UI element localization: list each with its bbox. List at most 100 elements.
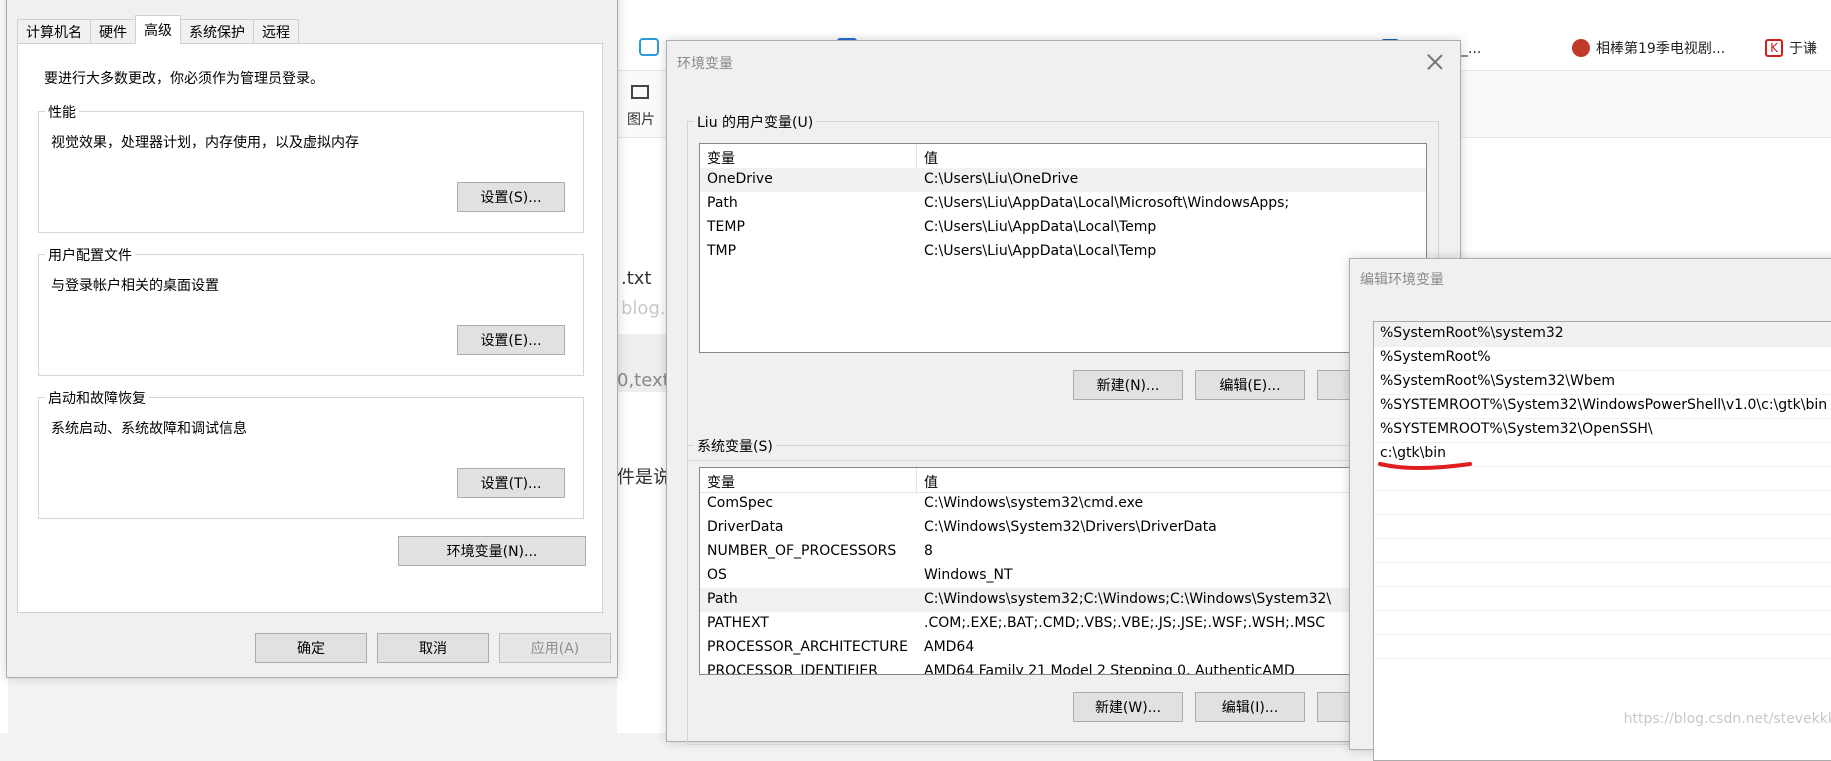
system-new-button[interactable]: 新建(W)... [1073, 692, 1183, 722]
table-row[interactable]: PROCESSOR_IDENTIFIER AMD64 Family 21 Mode… [700, 660, 1426, 675]
close-icon[interactable] [1424, 51, 1446, 73]
watermark: https://blog.csdn.net/stevekkk [1623, 711, 1831, 727]
tab-advanced[interactable]: 高级 [135, 15, 181, 44]
table-row[interactable]: TEMP C:\Users\Liu\AppData\Local\Temp [700, 216, 1426, 240]
text-fragment: blog. [621, 298, 666, 319]
tab-hardware[interactable]: 硬件 [90, 19, 136, 44]
list-item[interactable]: %SYSTEMROOT%\System32\OpenSSH\ [1374, 418, 1831, 443]
table-row[interactable]: TMP C:\Users\Liu\AppData\Local\Temp [700, 240, 1426, 264]
table-row[interactable]: Path C:\Users\Liu\AppData\Local\Microsoft… [700, 192, 1426, 216]
variable-value: AMD64 [924, 639, 975, 655]
table-row[interactable]: PATHEXT .COM;.EXE;.BAT;.CMD;.VBS;.VBE;.JS… [700, 612, 1426, 636]
variable-value: AMD64 Family 21 Model 2 Stepping 0, Auth… [924, 663, 1295, 675]
admin-notice: 要进行大多数更改，你必须作为管理员登录。 [44, 71, 324, 87]
list-item[interactable] [1374, 490, 1831, 515]
text-fragment: 件是说 [617, 467, 671, 488]
variable-value: 8 [924, 543, 933, 559]
user-edit-button[interactable]: 编辑(E)... [1195, 370, 1305, 400]
variable-name: OS [707, 567, 727, 583]
performance-group: 性能 视觉效果，处理器计划，内存使用，以及虚拟内存 设置(S)... [38, 102, 584, 233]
table-row[interactable]: NUMBER_OF_PROCESSORS 8 [700, 540, 1426, 564]
column-header-variable[interactable]: 变量 [707, 148, 735, 168]
bookmark-yuqian[interactable]: K 于谦 [1765, 37, 1817, 59]
system-edit-button[interactable]: 编辑(I)... [1195, 692, 1305, 722]
system-variables-legend: 系统变量(S) [694, 436, 776, 456]
path-entry-text: %SYSTEMROOT%\System32\OpenSSH\ [1380, 421, 1653, 437]
performance-desc: 视觉效果，处理器计划，内存使用，以及虚拟内存 [51, 135, 359, 151]
list-item[interactable]: %SystemRoot%\system32 [1374, 322, 1831, 347]
picture-label[interactable]: 图片 [627, 109, 655, 129]
bilibili-icon[interactable] [639, 38, 659, 56]
environment-variables-button[interactable]: 环境变量(N)... [398, 536, 586, 566]
window-title: 环境变量 [677, 56, 733, 72]
variable-name: PROCESSOR_ARCHITECTURE [707, 639, 908, 655]
variable-value: .COM;.EXE;.BAT;.CMD;.VBS;.VBE;.JS;.JSE;.… [924, 615, 1326, 631]
list-item[interactable] [1374, 586, 1831, 611]
list-item[interactable] [1374, 610, 1831, 635]
tab-bar: 计算机名 硬件 高级 系统保护 远程 [17, 15, 299, 44]
list-item[interactable] [1374, 562, 1831, 587]
table-row[interactable]: Path C:\Windows\system32;C:\Windows;C:\Wi… [700, 588, 1426, 612]
window-title: 编辑环境变量 [1360, 272, 1444, 288]
table-row[interactable]: PROCESSOR_ARCHITECTURE AMD64 [700, 636, 1426, 660]
table-row[interactable]: OS Windows_NT [700, 564, 1426, 588]
column-divider[interactable] [916, 468, 917, 492]
performance-settings-button[interactable]: 设置(S)... [457, 182, 565, 212]
table-row[interactable]: ComSpec C:\Windows\system32\cmd.exe [700, 492, 1426, 516]
table-row[interactable]: DriverData C:\Windows\System32\Drivers\Dr… [700, 516, 1426, 540]
tab-system-protection[interactable]: 系统保护 [180, 19, 254, 44]
path-entries-list[interactable]: %SystemRoot%\system32 %SystemRoot% %System… [1373, 321, 1831, 761]
list-item[interactable] [1374, 538, 1831, 563]
startup-legend: 启动和故障恢复 [45, 388, 149, 408]
cancel-button[interactable]: 取消 [377, 633, 489, 663]
column-divider[interactable] [916, 144, 917, 168]
ok-button[interactable]: 确定 [255, 633, 367, 663]
environment-variables-window: 环境变量 Liu 的用户变量(U) 变量 值 OneDrive C:\Users\… [666, 40, 1461, 745]
bookmark-aibou[interactable]: 相棒第19季电视剧... [1572, 37, 1725, 59]
startup-settings-button[interactable]: 设置(T)... [457, 468, 565, 498]
variable-name: ComSpec [707, 495, 774, 511]
list-item[interactable]: %SystemRoot%\System32\Wbem [1374, 370, 1831, 395]
picture-icon[interactable] [631, 85, 649, 99]
variable-value: C:\Users\Liu\AppData\Local\Microsoft\Win… [924, 195, 1290, 211]
path-entry-text: %SystemRoot% [1380, 349, 1491, 365]
edit-environment-variable-window: 编辑环境变量 %SystemRoot%\system32 %SystemRoot%… [1349, 258, 1831, 761]
variable-name: DriverData [707, 519, 784, 535]
path-entry-text: %SystemRoot%\System32\Wbem [1380, 373, 1615, 389]
variable-value: C:\Users\Liu\AppData\Local\Temp [924, 243, 1157, 259]
table-row[interactable]: OneDrive C:\Users\Liu\OneDrive [700, 168, 1426, 192]
variable-name: Path [707, 195, 738, 211]
system-variables-table[interactable]: 变量 值 ComSpec C:\Windows\system32\cmd.exe D… [699, 467, 1427, 675]
list-item[interactable]: %SystemRoot% [1374, 346, 1831, 371]
column-header-value[interactable]: 值 [924, 148, 938, 168]
variable-value: C:\Windows\system32\cmd.exe [924, 495, 1144, 511]
startup-desc: 系统启动、系统故障和调试信息 [51, 421, 247, 437]
user-profiles-group: 用户配置文件 与登录帐户相关的桌面设置 设置(E)... [38, 245, 584, 376]
text-fragment: .txt [621, 268, 652, 289]
list-item[interactable]: %SYSTEMROOT%\System32\WindowsPowerShell\… [1374, 394, 1831, 419]
tab-remote[interactable]: 远程 [253, 19, 299, 44]
variable-name: TMP [707, 243, 737, 259]
variable-name: PATHEXT [707, 615, 769, 631]
startup-recovery-group: 启动和故障恢复 系统启动、系统故障和调试信息 设置(T)... [38, 388, 584, 519]
performance-legend: 性能 [45, 102, 79, 122]
path-entry-text: %SystemRoot%\system32 [1380, 325, 1564, 341]
column-header-variable[interactable]: 变量 [707, 472, 735, 492]
apply-button[interactable]: 应用(A) [499, 633, 611, 663]
user-profiles-desc: 与登录帐户相关的桌面设置 [51, 278, 219, 294]
user-profiles-settings-button[interactable]: 设置(E)... [457, 325, 565, 355]
tab-computer-name[interactable]: 计算机名 [17, 19, 91, 44]
user-new-button[interactable]: 新建(N)... [1073, 370, 1183, 400]
variable-name: TEMP [707, 219, 745, 235]
tv-icon [1572, 39, 1590, 57]
user-variables-table[interactable]: 变量 值 OneDrive C:\Users\Liu\OneDrive Path C:… [699, 143, 1427, 353]
red-underline-annotation [1378, 462, 1472, 470]
list-item[interactable] [1374, 634, 1831, 659]
variable-name: NUMBER_OF_PROCESSORS [707, 543, 897, 559]
variable-name: Path [707, 591, 738, 607]
list-item[interactable] [1374, 514, 1831, 539]
table-header: 变量 值 [700, 468, 1426, 493]
column-header-value[interactable]: 值 [924, 472, 938, 492]
k-icon: K [1765, 39, 1783, 57]
table-header: 变量 值 [700, 144, 1426, 169]
